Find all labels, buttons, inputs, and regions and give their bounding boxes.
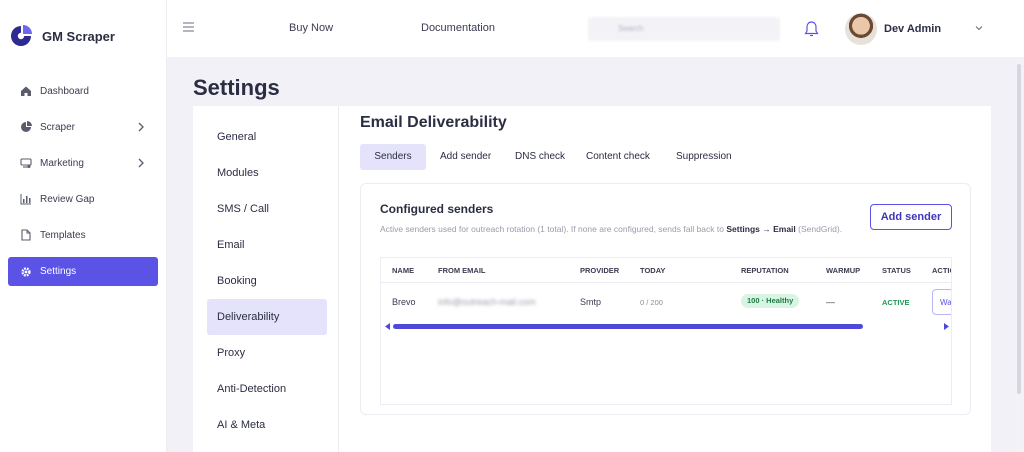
column-header: NAME — [392, 266, 415, 275]
scroll-right-icon[interactable] — [943, 323, 949, 330]
documentation-link[interactable]: Documentation — [421, 22, 495, 34]
menu-icon[interactable] — [183, 22, 194, 32]
settings-nav-sms-call[interactable]: SMS / Call — [207, 191, 327, 227]
sidebar-item-label: Dashboard — [40, 85, 89, 97]
column-header: ACTIONS — [932, 266, 951, 275]
settings-nav-ai-meta[interactable]: AI & Meta — [207, 407, 327, 443]
desc-text: Active senders used for outreach rotatio… — [380, 224, 727, 234]
senders-card: Configured senders Active senders used f… — [360, 183, 971, 415]
column-header: WARMUP — [826, 266, 861, 275]
tab-add-sender[interactable]: Add sender — [430, 144, 501, 170]
tab-senders[interactable]: Senders — [360, 144, 426, 170]
column-header: STATUS — [882, 266, 911, 275]
tab-suppression[interactable]: Suppression — [666, 144, 742, 170]
settings-nav-anti-detection[interactable]: Anti-Detection — [207, 371, 327, 407]
settings-nav-deliverability[interactable]: Deliverability — [207, 299, 327, 335]
chevron-right-icon — [138, 122, 144, 132]
cell-provider: Smtp — [580, 297, 602, 307]
cell-name: Brevo — [392, 297, 416, 307]
gear-icon — [20, 266, 32, 278]
megaphone-icon — [20, 157, 32, 169]
settings-nav-email[interactable]: Email — [207, 227, 327, 263]
scrollbar-thumb[interactable] — [393, 324, 863, 329]
app-name: GM Scraper — [42, 28, 115, 44]
chevron-right-icon — [138, 158, 144, 168]
avatar[interactable] — [845, 13, 877, 45]
tab-dns-check[interactable]: DNS check — [505, 144, 575, 170]
sidebar-item-templates[interactable]: Templates — [8, 217, 158, 253]
sidebar-nav: Dashboard Scraper Marketing Review Gap T… — [8, 73, 158, 286]
settings-nav-modules[interactable]: Modules — [207, 155, 327, 191]
bell-icon[interactable] — [804, 20, 819, 38]
scrollbar-thumb[interactable] — [1017, 64, 1021, 394]
settings-email-link[interactable]: Settings → Email — [726, 224, 795, 234]
app-logo[interactable]: GM Scraper — [10, 25, 115, 47]
sidebar-item-dashboard[interactable]: Dashboard — [8, 73, 158, 109]
page-scrollbar[interactable] — [1016, 60, 1022, 452]
add-sender-button[interactable]: Add sender — [870, 204, 952, 230]
file-icon — [20, 229, 32, 241]
sidebar-item-review-gap[interactable]: Review Gap — [8, 181, 158, 217]
user-name[interactable]: Dev Admin — [884, 23, 941, 35]
buy-now-link[interactable]: Buy Now — [289, 22, 333, 34]
desc-text-end: (SendGrid). — [795, 224, 843, 234]
column-header: REPUTATION — [741, 266, 789, 275]
home-icon — [20, 85, 32, 97]
sidebar-item-label: Settings — [40, 266, 77, 277]
column-header: TODAY — [640, 266, 666, 275]
card-title: Configured senders — [380, 202, 494, 216]
tab-content-check[interactable]: Content check — [576, 144, 660, 170]
chevron-down-icon[interactable] — [974, 23, 984, 33]
horizontal-scrollbar[interactable] — [385, 322, 949, 330]
sidebar-item-label: Review Gap — [40, 193, 95, 205]
sidebar-item-label: Scraper — [40, 121, 76, 133]
row-action-button[interactable]: Warmup — [932, 289, 951, 315]
sidebar: GM Scraper Dashboard Scraper Marketing R… — [0, 0, 167, 452]
settings-nav-proxy[interactable]: Proxy — [207, 335, 327, 371]
cell-warmup: — — [826, 297, 835, 307]
settings-panel: General Modules SMS / Call Email Booking… — [193, 106, 991, 452]
section-title: Email Deliverability — [360, 114, 507, 131]
senders-table: NAME FROM EMAIL PROVIDER TODAY REPUTATIO… — [380, 257, 952, 405]
sidebar-item-scraper[interactable]: Scraper — [8, 109, 158, 145]
bar-chart-icon — [20, 193, 32, 205]
column-header: FROM EMAIL — [438, 266, 486, 275]
scroll-left-icon[interactable] — [385, 323, 391, 330]
cell-from-email: info@outreach-mail.com — [438, 297, 536, 307]
divider — [381, 282, 951, 283]
reputation-badge: 100 · Healthy — [741, 294, 800, 308]
logo-icon — [11, 25, 32, 46]
page-title: Settings — [193, 75, 280, 100]
column-header: PROVIDER — [580, 266, 620, 275]
sidebar-item-label: Marketing — [40, 157, 84, 169]
status-badge: ACTIVE — [882, 298, 910, 307]
settings-nav-general[interactable]: General — [207, 119, 327, 155]
top-header: Buy Now Documentation Search Dev Admin — [167, 0, 1024, 57]
search-input[interactable]: Search — [588, 17, 780, 41]
card-description: Active senders used for outreach rotatio… — [380, 222, 860, 236]
pie-chart-icon — [20, 121, 32, 133]
sidebar-item-settings[interactable]: Settings — [8, 257, 158, 286]
cell-today: 0 / 200 — [640, 298, 663, 307]
settings-nav-booking[interactable]: Booking — [207, 263, 327, 299]
settings-nav: General Modules SMS / Call Email Booking… — [193, 106, 339, 452]
sidebar-item-label: Templates — [40, 229, 86, 241]
sidebar-item-marketing[interactable]: Marketing — [8, 145, 158, 181]
